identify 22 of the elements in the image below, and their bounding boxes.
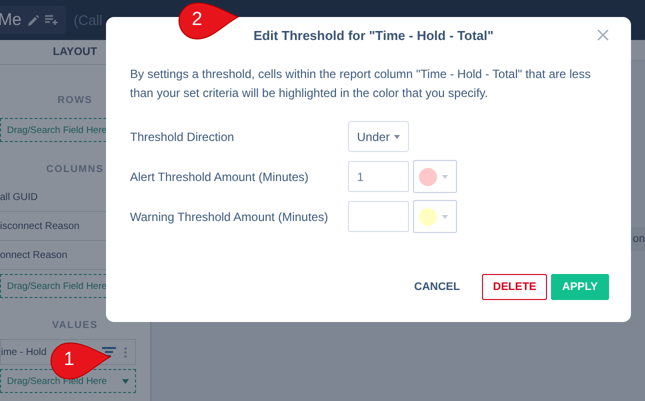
caret-icon bbox=[442, 214, 448, 218]
caret-icon bbox=[394, 134, 400, 138]
cancel-button[interactable]: CANCEL bbox=[404, 274, 470, 300]
filter-icon[interactable] bbox=[102, 347, 116, 357]
dialog-title: Edit Threshold for "Time - Hold - Total" bbox=[252, 28, 495, 42]
delete-button[interactable]: DELETE bbox=[482, 274, 547, 300]
close-icon[interactable] bbox=[597, 29, 609, 41]
amount-input[interactable]: 1 bbox=[348, 161, 409, 192]
amount-input[interactable] bbox=[348, 201, 409, 232]
direction-dropdown[interactable]: Under bbox=[348, 121, 409, 152]
field-label: Alert Threshold Amount (Minutes) bbox=[130, 170, 310, 184]
color-picker[interactable] bbox=[413, 160, 457, 193]
caret-icon bbox=[122, 378, 129, 384]
add-list-icon[interactable] bbox=[44, 15, 58, 25]
pencil-icon[interactable] bbox=[28, 14, 39, 26]
column-header: on bbox=[632, 233, 645, 245]
value-field-label[interactable]: ime - Hold bbox=[1, 346, 47, 358]
kebab-icon[interactable] bbox=[124, 346, 127, 358]
color-picker[interactable] bbox=[413, 200, 457, 233]
dialog-description: By settings a threshold, cells within the report column "Time - Hold - Total" that are less than your set criteria will be highlighted in the color that you specify. bbox=[130, 66, 592, 102]
apply-button[interactable]: APPLY bbox=[551, 274, 609, 300]
caret-icon bbox=[442, 174, 448, 178]
